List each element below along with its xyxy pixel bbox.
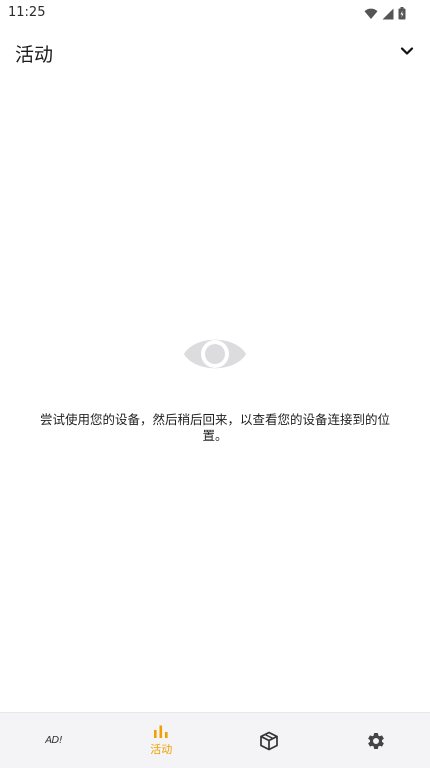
empty-state: 尝试使用您的设备，然后稍后回来，以查看您的设备连接到的位置。 [0, 330, 430, 378]
nav-label-activity: 活动 [150, 741, 172, 757]
nav-item-ads[interactable]: AD! [0, 713, 108, 768]
bar-chart-icon [153, 725, 169, 739]
battery-icon [398, 5, 406, 24]
page-title: 活动 [15, 40, 53, 67]
nav-item-package[interactable] [215, 713, 323, 768]
empty-state-message: 尝试使用您的设备，然后稍后回来，以查看您的设备连接到的位置。 [30, 412, 400, 444]
signal-icon [382, 5, 394, 24]
bottom-nav: AD! 活动 [0, 712, 430, 768]
status-bar: 11:25 [0, 0, 430, 26]
nav-item-activity[interactable]: 活动 [108, 713, 216, 768]
status-time: 11:25 [8, 5, 45, 20]
wifi-icon [364, 5, 378, 24]
ad-icon: AD! [45, 735, 62, 746]
package-icon [259, 731, 279, 751]
header: 活动 [0, 28, 430, 76]
dropdown-button[interactable] [398, 42, 416, 60]
nav-item-settings[interactable] [323, 713, 430, 768]
status-icons [364, 5, 406, 24]
eye-icon [183, 330, 247, 378]
gear-icon [366, 731, 386, 751]
chevron-down-icon [400, 46, 414, 56]
